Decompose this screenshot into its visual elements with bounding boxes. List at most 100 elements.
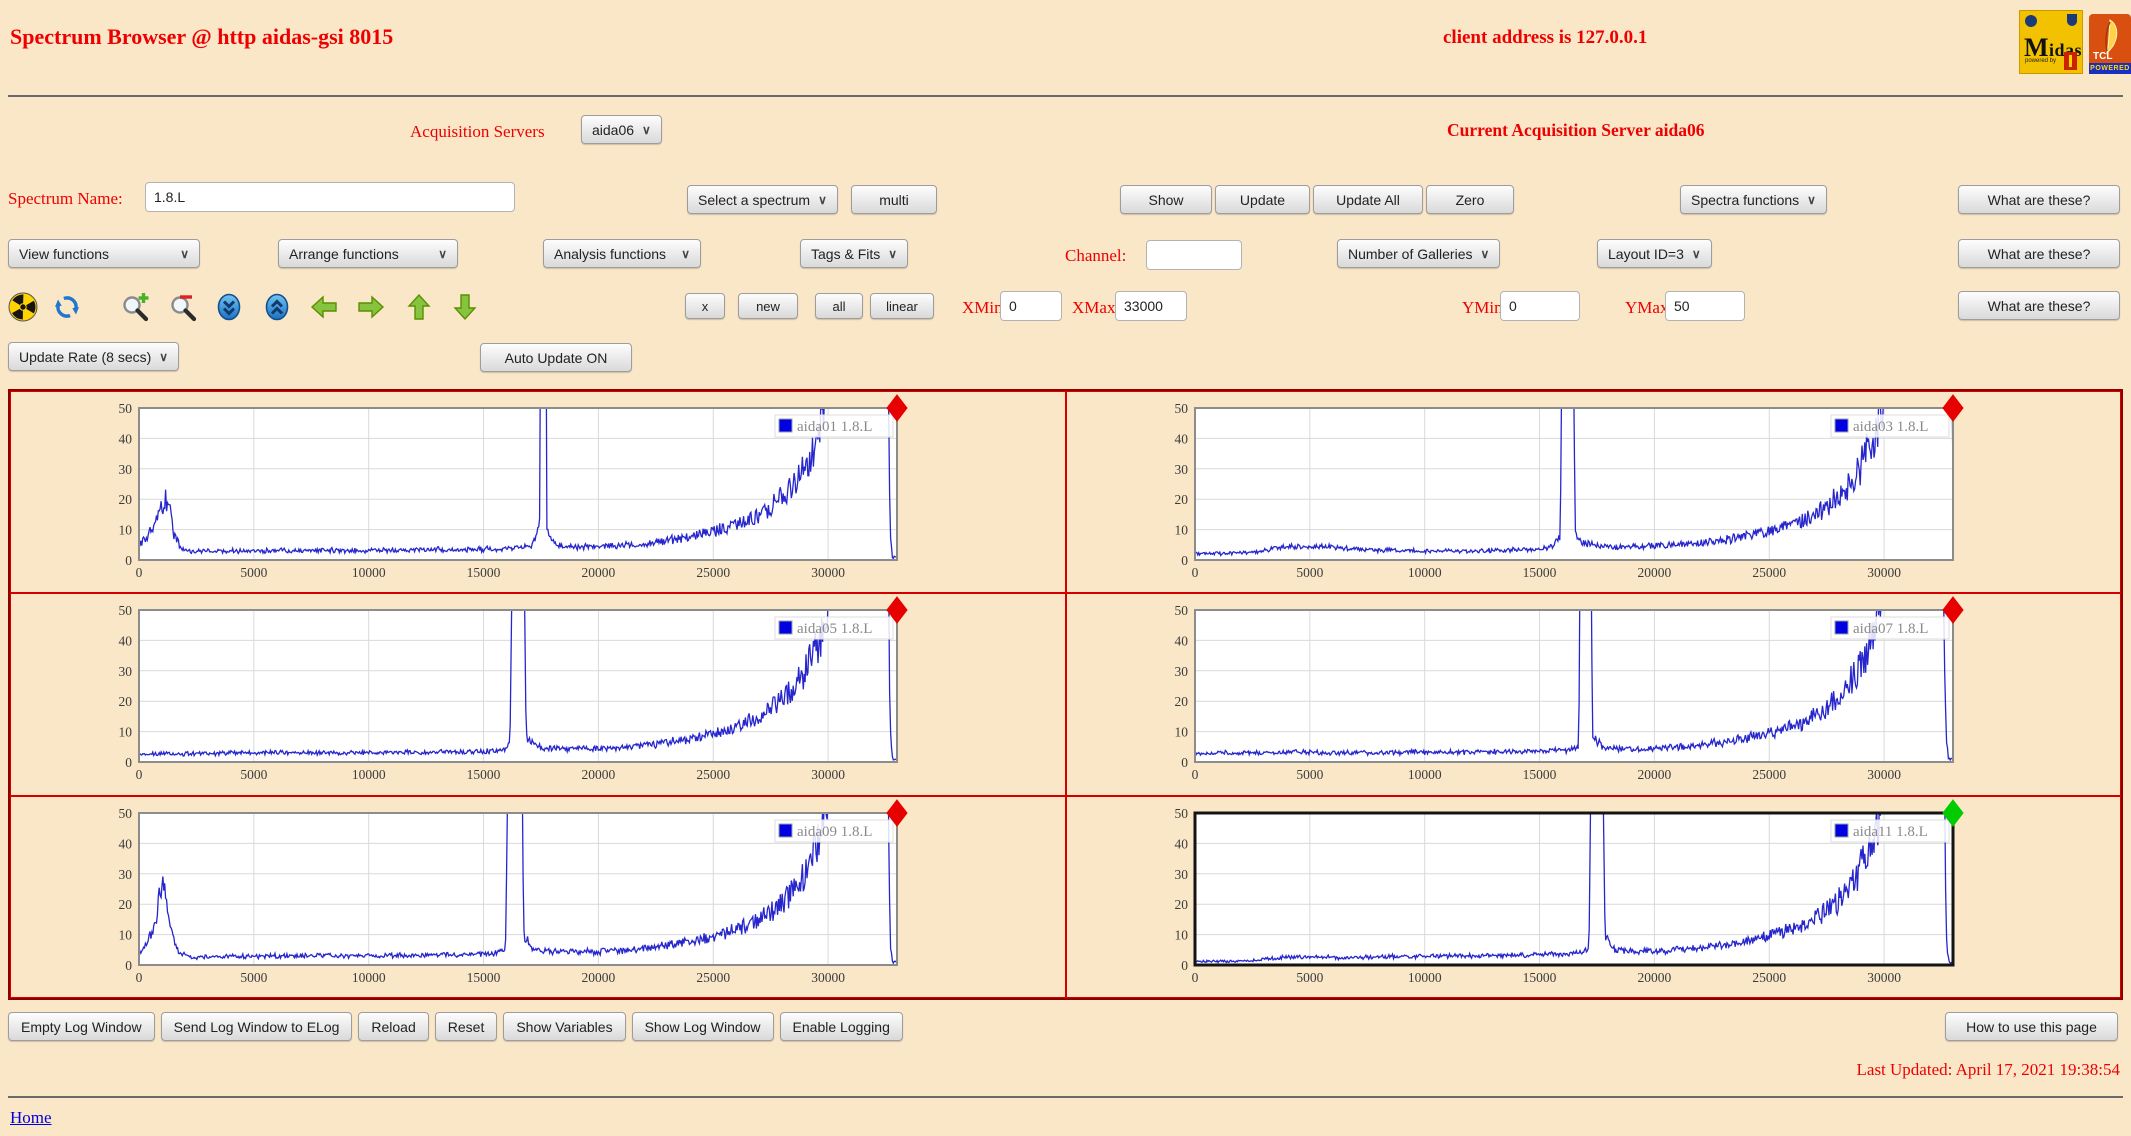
midas-shield-icon — [2067, 14, 2077, 26]
svg-text:10000: 10000 — [1407, 767, 1441, 782]
send-log-to-elog-button[interactable]: Send Log Window to ELog — [160, 1012, 353, 1041]
select-spectrum-select[interactable]: Select a spectrum — [687, 185, 838, 214]
svg-text:30000: 30000 — [1867, 565, 1901, 580]
arrange-functions-label: Arrange functions — [289, 245, 399, 262]
how-to-use-button[interactable]: How to use this page — [1945, 1012, 2118, 1041]
zoom-out-icon[interactable] — [168, 292, 198, 322]
svg-text:5000: 5000 — [1296, 565, 1323, 580]
current-acquisition-server: Current Acquisition Server aida06 — [1447, 120, 1705, 140]
chart-legend-label: aida05 1.8.L — [797, 621, 872, 637]
reset-button[interactable]: Reset — [434, 1012, 498, 1041]
svg-text:30000: 30000 — [811, 970, 845, 985]
chart-legend-label: aida03 1.8.L — [1853, 419, 1928, 435]
svg-text:50: 50 — [1174, 806, 1188, 821]
ymin-input[interactable] — [1500, 291, 1580, 321]
layout-id-label: Layout ID=3 — [1608, 245, 1684, 262]
xmin-input[interactable] — [1000, 291, 1062, 321]
svg-text:30000: 30000 — [811, 767, 845, 782]
reload-button[interactable]: Reload — [358, 1012, 429, 1041]
svg-text:0: 0 — [1191, 565, 1198, 580]
gallery-panel-aida11[interactable]: 0 10 20 30 40 50 0 5000 10000 15000 20000 25000 3000… — [1065, 795, 2121, 998]
arrow-up-icon[interactable] — [404, 292, 434, 322]
svg-text:25000: 25000 — [1752, 565, 1786, 580]
auto-update-button[interactable]: Auto Update ON — [480, 343, 632, 372]
show-variables-button[interactable]: Show Variables — [503, 1012, 626, 1041]
svg-text:25000: 25000 — [1752, 970, 1786, 985]
update-all-button[interactable]: Update All — [1313, 185, 1423, 214]
svg-text:25000: 25000 — [1752, 767, 1786, 782]
gallery-panel-aida03[interactable]: 0 10 20 30 40 50 0 5000 10000 15000 20000 25000 3000… — [1065, 391, 2121, 594]
page-title: Spectrum Browser @ http aidas-gsi 8015 — [10, 24, 394, 49]
arrow-down-icon[interactable] — [450, 292, 480, 322]
svg-text:50: 50 — [1174, 401, 1188, 416]
radiation-icon[interactable] — [8, 292, 38, 322]
svg-text:10000: 10000 — [352, 970, 386, 985]
layout-id-select[interactable]: Layout ID=3 — [1597, 239, 1712, 268]
tags-fits-select[interactable]: Tags & Fits — [800, 239, 909, 268]
scroll-down-icon[interactable] — [214, 292, 244, 322]
last-updated-text: Last Updated: April 17, 2021 19:38:54 — [1856, 1060, 2120, 1079]
acquisition-server-select[interactable]: aida06 — [581, 115, 662, 144]
update-rate-select[interactable]: Update Rate (8 secs) — [8, 342, 180, 371]
zero-button[interactable]: Zero — [1426, 185, 1514, 214]
arrange-functions-select[interactable]: Arrange functions — [278, 239, 458, 268]
svg-text:30000: 30000 — [1867, 767, 1901, 782]
spectra-gallery: 0 10 20 30 40 50 0 5000 10000 15000 20000 25000 3000… — [8, 389, 2123, 1000]
svg-text:0: 0 — [1191, 970, 1198, 985]
what-are-these-button-1[interactable]: What are these? — [1958, 185, 2120, 214]
number-of-galleries-select[interactable]: Number of Galleries — [1337, 239, 1501, 268]
xmin-label: XMin — [962, 298, 1003, 317]
svg-text:40: 40 — [119, 431, 133, 446]
arrow-left-icon[interactable] — [309, 292, 339, 322]
view-functions-select[interactable]: View functions — [8, 239, 200, 268]
gallery-panel-aida09[interactable]: 0 10 20 30 40 50 0 5000 10000 15000 20000 25000 3000… — [10, 795, 1066, 998]
all-button[interactable]: all — [815, 293, 863, 319]
channel-label: Channel: — [1065, 246, 1127, 265]
show-log-window-button[interactable]: Show Log Window — [631, 1012, 774, 1041]
svg-text:30: 30 — [119, 664, 133, 679]
xmax-label: XMax — [1072, 298, 1116, 317]
svg-text:50: 50 — [119, 401, 133, 416]
show-button[interactable]: Show — [1120, 185, 1212, 214]
svg-text:20000: 20000 — [1637, 767, 1671, 782]
gallery-panel-aida05[interactable]: 0 10 20 30 40 50 0 5000 10000 15000 20000 25000 3000… — [10, 593, 1066, 796]
xmax-input[interactable] — [1115, 291, 1187, 321]
new-button[interactable]: new — [738, 293, 798, 319]
svg-text:0: 0 — [1191, 767, 1198, 782]
scroll-up-icon[interactable] — [262, 292, 292, 322]
svg-text:5000: 5000 — [240, 565, 267, 580]
svg-text:40: 40 — [119, 836, 133, 851]
x-button[interactable]: x — [685, 293, 725, 319]
svg-text:0: 0 — [1181, 958, 1188, 973]
midas-emblem-icon — [2025, 15, 2037, 27]
number-of-galleries-label: Number of Galleries — [1348, 245, 1473, 262]
channel-input[interactable] — [1146, 240, 1242, 270]
zoom-in-icon[interactable] — [120, 292, 150, 322]
what-are-these-button-2[interactable]: What are these? — [1958, 239, 2120, 268]
ymax-input[interactable] — [1665, 291, 1745, 321]
svg-text:15000: 15000 — [1522, 565, 1556, 580]
svg-text:30000: 30000 — [811, 565, 845, 580]
analysis-functions-select[interactable]: Analysis functions — [543, 239, 701, 268]
gallery-panel-aida01[interactable]: 0 10 20 30 40 50 0 5000 10000 15000 20000 25000 3000… — [10, 391, 1066, 594]
multi-button[interactable]: multi — [851, 185, 937, 214]
empty-log-window-button[interactable]: Empty Log Window — [8, 1012, 155, 1041]
midas-mini-logo — [2064, 52, 2077, 70]
arrow-right-icon[interactable] — [356, 292, 386, 322]
refresh-icon[interactable] — [52, 292, 82, 322]
update-button[interactable]: Update — [1215, 185, 1310, 214]
midas-powered-by-text: powered by — [2025, 58, 2057, 64]
spectrum-name-input[interactable] — [145, 182, 515, 212]
linear-button[interactable]: linear — [870, 293, 934, 319]
svg-text:10: 10 — [119, 523, 133, 538]
svg-text:20: 20 — [119, 695, 133, 710]
spectrum-browser-page: Spectrum Browser @ http aidas-gsi 8015 c… — [0, 0, 2131, 1136]
svg-text:25000: 25000 — [696, 565, 730, 580]
gallery-panel-aida07[interactable]: 0 10 20 30 40 50 0 5000 10000 15000 20000 25000 3000… — [1065, 593, 2121, 796]
spectra-functions-select[interactable]: Spectra functions — [1680, 185, 1827, 214]
svg-text:30: 30 — [119, 866, 133, 881]
home-link[interactable]: Home — [10, 1108, 52, 1128]
svg-text:15000: 15000 — [467, 970, 501, 985]
what-are-these-button-3[interactable]: What are these? — [1958, 291, 2120, 320]
enable-logging-button[interactable]: Enable Logging — [779, 1012, 903, 1041]
